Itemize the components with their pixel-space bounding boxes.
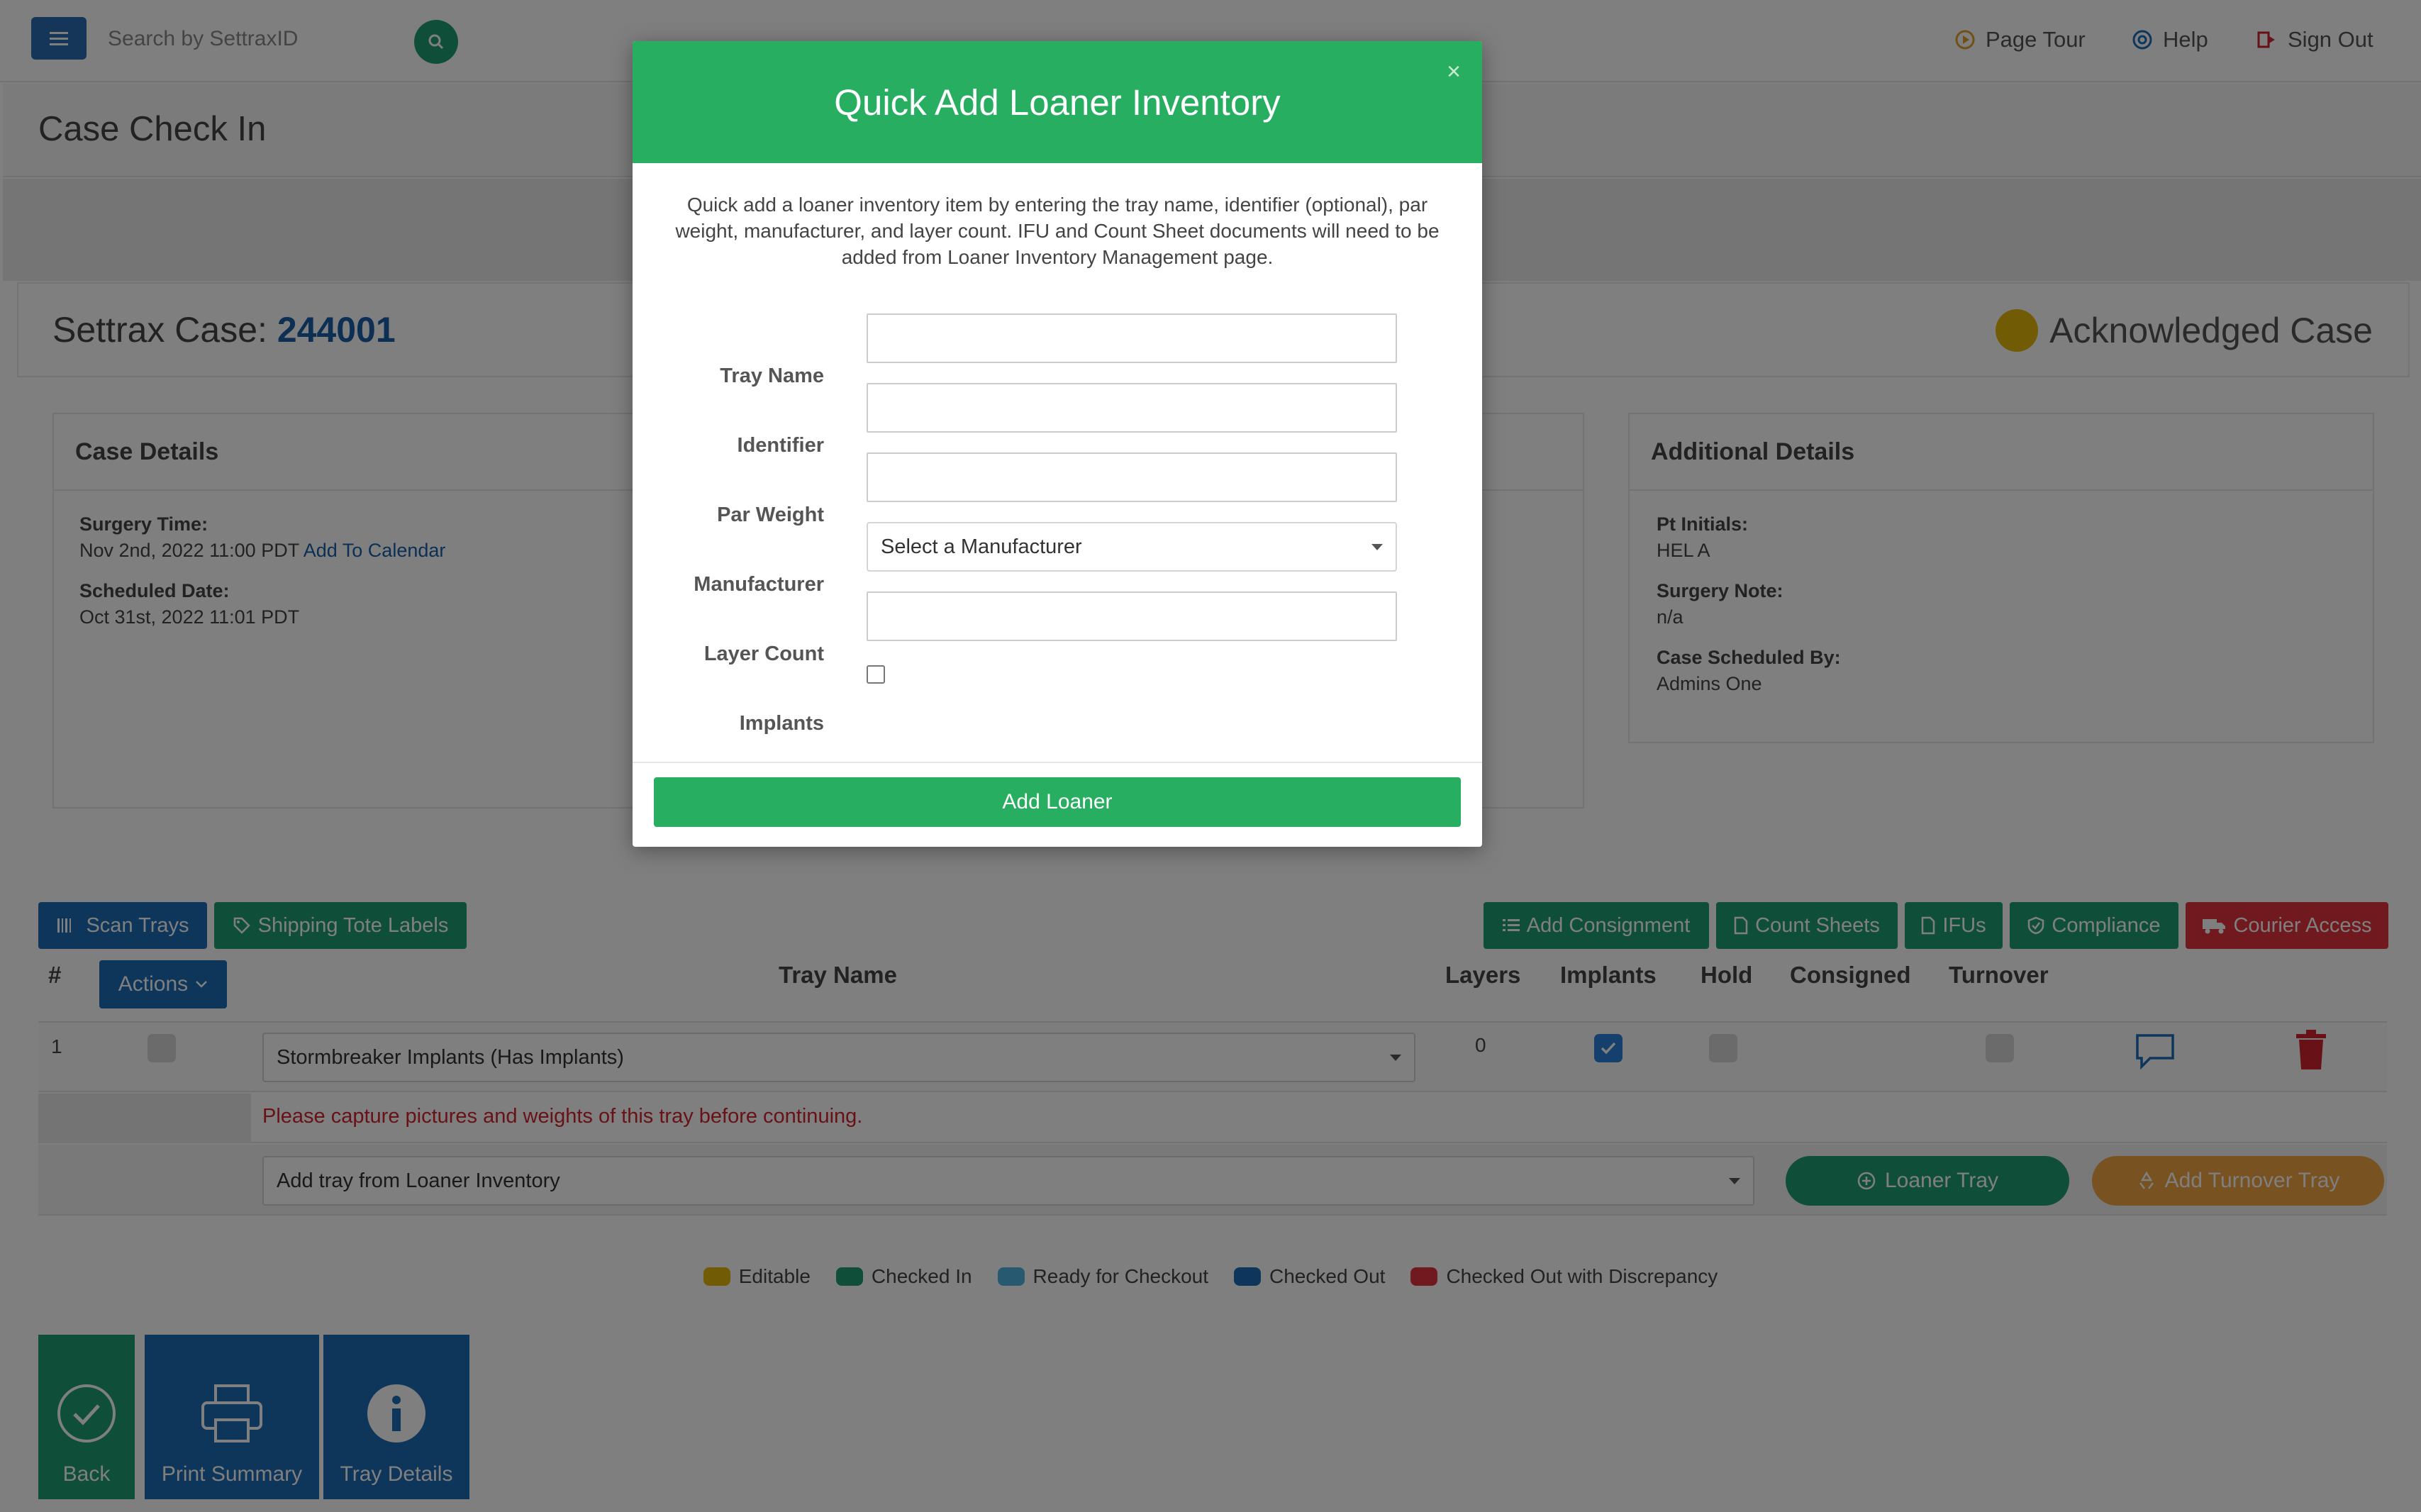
identifier-field[interactable] [867, 383, 1397, 433]
modal-divider [633, 762, 1482, 763]
manufacturer-placeholder: Select a Manufacturer [881, 535, 1082, 558]
tray-name-label: Tray Name [720, 365, 824, 387]
implants-label: Implants [739, 712, 824, 735]
add-loaner-button[interactable]: Add Loaner [654, 777, 1461, 827]
modal-header: Quick Add Loaner Inventory × [633, 41, 1482, 163]
manufacturer-select[interactable]: Select a Manufacturer [867, 522, 1397, 572]
implants-checkbox[interactable] [867, 665, 885, 684]
quick-add-loaner-modal: Quick Add Loaner Inventory × Quick add a… [633, 41, 1482, 847]
par-weight-label: Par Weight [717, 504, 824, 526]
modal-description: Quick add a loaner inventory item by ent… [675, 194, 1440, 268]
tray-name-field[interactable] [867, 313, 1397, 363]
layer-count-label: Layer Count [703, 643, 824, 665]
manufacturer-label: Manufacturer [694, 573, 824, 596]
close-icon[interactable]: × [1447, 60, 1461, 84]
identifier-label: Identifier [737, 434, 824, 457]
caret-down-icon [1371, 543, 1383, 550]
layer-count-field[interactable] [867, 591, 1397, 641]
par-weight-field[interactable] [867, 452, 1397, 502]
modal-title: Quick Add Loaner Inventory [834, 82, 1281, 123]
